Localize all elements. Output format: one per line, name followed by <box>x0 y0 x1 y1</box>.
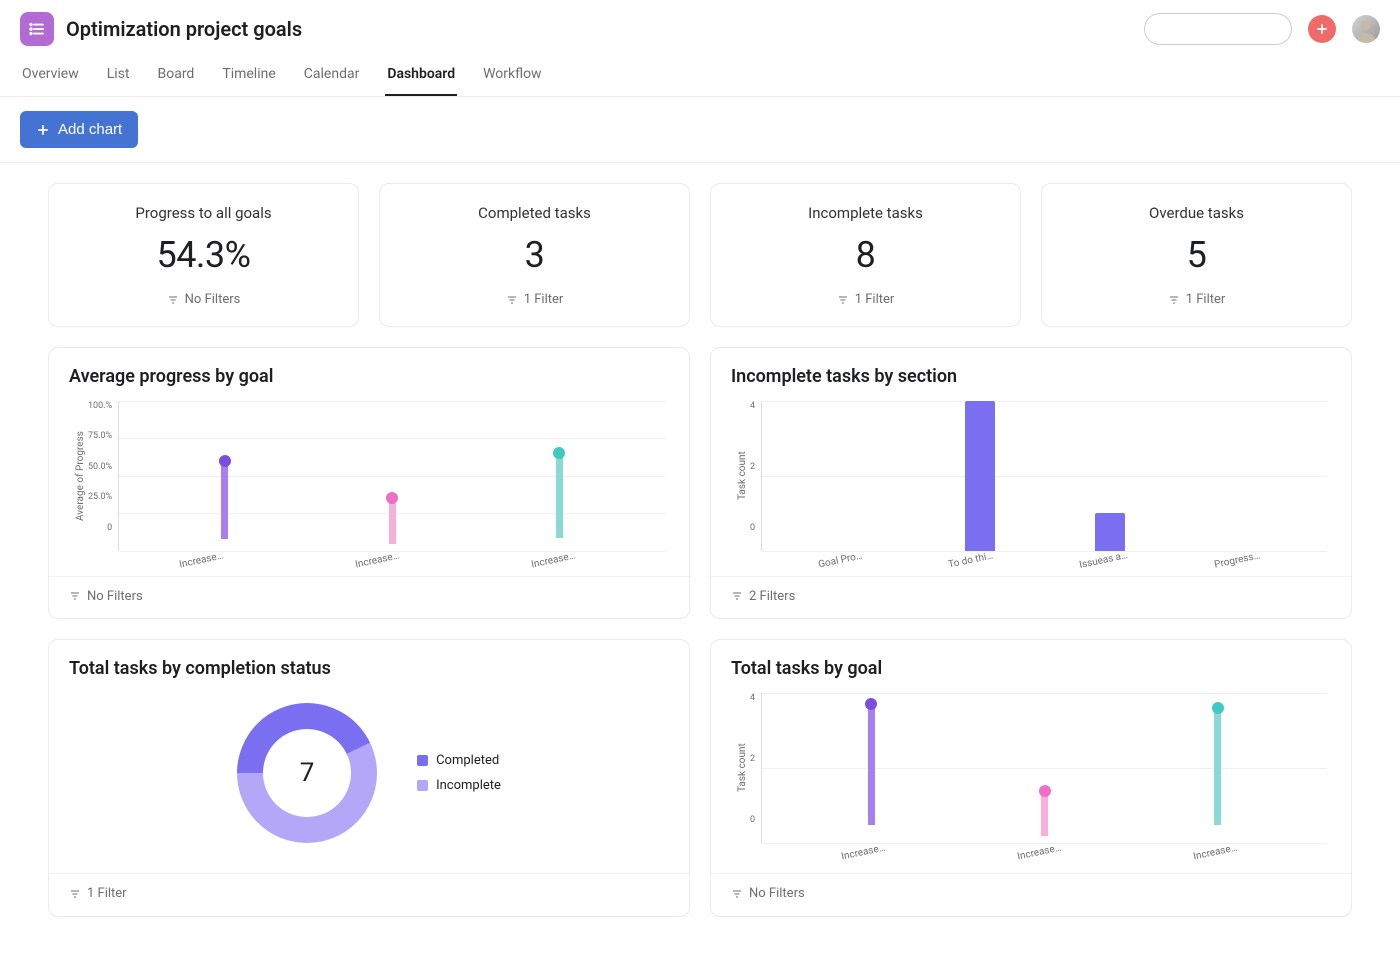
tab-workflow[interactable]: Workflow <box>481 56 544 96</box>
stat-value: 8 <box>721 234 1010 276</box>
stat-card[interactable]: Progress to all goals 54.3% No Filters <box>48 183 359 327</box>
legend-item: Completed <box>417 753 501 768</box>
filter-icon <box>1168 294 1180 306</box>
y-ticks: 100.%75.0%50.0%25.0%0 <box>88 401 118 551</box>
stat-value: 54.3% <box>59 234 348 276</box>
plot-area <box>761 401 1327 551</box>
y-ticks: 420 <box>750 693 761 843</box>
search-box[interactable] <box>1144 13 1292 45</box>
stat-label: Progress to all goals <box>59 204 348 222</box>
filter-icon <box>69 888 81 900</box>
stat-value: 3 <box>390 234 679 276</box>
chart-filter[interactable]: 1 Filter <box>69 886 127 901</box>
tab-timeline[interactable]: Timeline <box>220 56 277 96</box>
chart-by-completion[interactable]: Total tasks by completion status 7 Compl… <box>48 639 690 917</box>
stat-label: Overdue tasks <box>1052 204 1341 222</box>
y-axis-label: Task count <box>735 693 750 843</box>
stat-label: Completed tasks <box>390 204 679 222</box>
chart-average-progress[interactable]: Average progress by goal Average of Prog… <box>48 347 690 620</box>
donut-chart: 7 <box>237 703 377 843</box>
filter-icon <box>506 294 518 306</box>
avatar[interactable] <box>1352 15 1380 43</box>
tab-calendar[interactable]: Calendar <box>302 56 362 96</box>
chart-by-goal[interactable]: Total tasks by goal Task count 420 Incre… <box>710 639 1352 917</box>
tab-overview[interactable]: Overview <box>20 56 81 96</box>
chart-title: Incomplete tasks by section <box>711 348 1351 391</box>
stat-filter[interactable]: 1 Filter <box>1168 292 1226 307</box>
project-icon <box>20 12 54 46</box>
global-add-button[interactable] <box>1308 15 1336 43</box>
x-labels: Goal Pro…To do thi…Issueas a…Progress… <box>735 551 1327 566</box>
filter-icon <box>167 294 179 306</box>
stat-label: Incomplete tasks <box>721 204 1010 222</box>
chart-incomplete-by-section[interactable]: Incomplete tasks by section Task count 4… <box>710 347 1352 620</box>
chart-filter[interactable]: No Filters <box>731 886 805 901</box>
filter-icon <box>731 590 743 602</box>
add-chart-label: Add chart <box>58 121 122 138</box>
chart-filter[interactable]: No Filters <box>69 589 143 604</box>
stat-filter[interactable]: 1 Filter <box>837 292 895 307</box>
filter-icon <box>69 590 81 602</box>
stat-filter[interactable]: 1 Filter <box>506 292 564 307</box>
plus-icon <box>36 123 50 137</box>
x-labels: Increase…Increase…Increase… <box>735 843 1327 858</box>
chart-title: Average progress by goal <box>49 348 689 391</box>
add-chart-button[interactable]: Add chart <box>20 111 138 148</box>
filter-icon <box>731 888 743 900</box>
tabs: Overview List Board Timeline Calendar Dashboa… <box>20 56 1380 96</box>
x-labels: Increase…Increase…Increase… <box>73 551 665 566</box>
tab-dashboard[interactable]: Dashboard <box>385 56 457 96</box>
chart-filter[interactable]: 2 Filters <box>731 589 795 604</box>
chart-title: Total tasks by completion status <box>49 640 689 683</box>
stat-card[interactable]: Incomplete tasks 8 1 Filter <box>710 183 1021 327</box>
y-axis-label: Task count <box>735 401 750 551</box>
filter-icon <box>837 294 849 306</box>
stat-card[interactable]: Completed tasks 3 1 Filter <box>379 183 690 327</box>
toolbar: Add chart <box>0 97 1400 163</box>
header: Optimization project goals Overview List B… <box>0 0 1400 97</box>
plot-area <box>761 693 1327 843</box>
stats-row: Progress to all goals 54.3% No FiltersCo… <box>48 183 1352 327</box>
legend-item: Incomplete <box>417 778 501 793</box>
stat-value: 5 <box>1052 234 1341 276</box>
y-ticks: 420 <box>750 401 761 551</box>
plot-area <box>118 401 665 551</box>
donut-center-value: 7 <box>263 729 351 817</box>
tab-board[interactable]: Board <box>156 56 197 96</box>
page-title: Optimization project goals <box>66 17 302 41</box>
chart-legend: Completed Incomplete <box>417 753 501 793</box>
chart-title: Total tasks by goal <box>711 640 1351 683</box>
stat-card[interactable]: Overdue tasks 5 1 Filter <box>1041 183 1352 327</box>
y-axis-label: Average of Progress <box>73 401 88 551</box>
stat-filter[interactable]: No Filters <box>167 292 241 307</box>
tab-list[interactable]: List <box>105 56 132 96</box>
